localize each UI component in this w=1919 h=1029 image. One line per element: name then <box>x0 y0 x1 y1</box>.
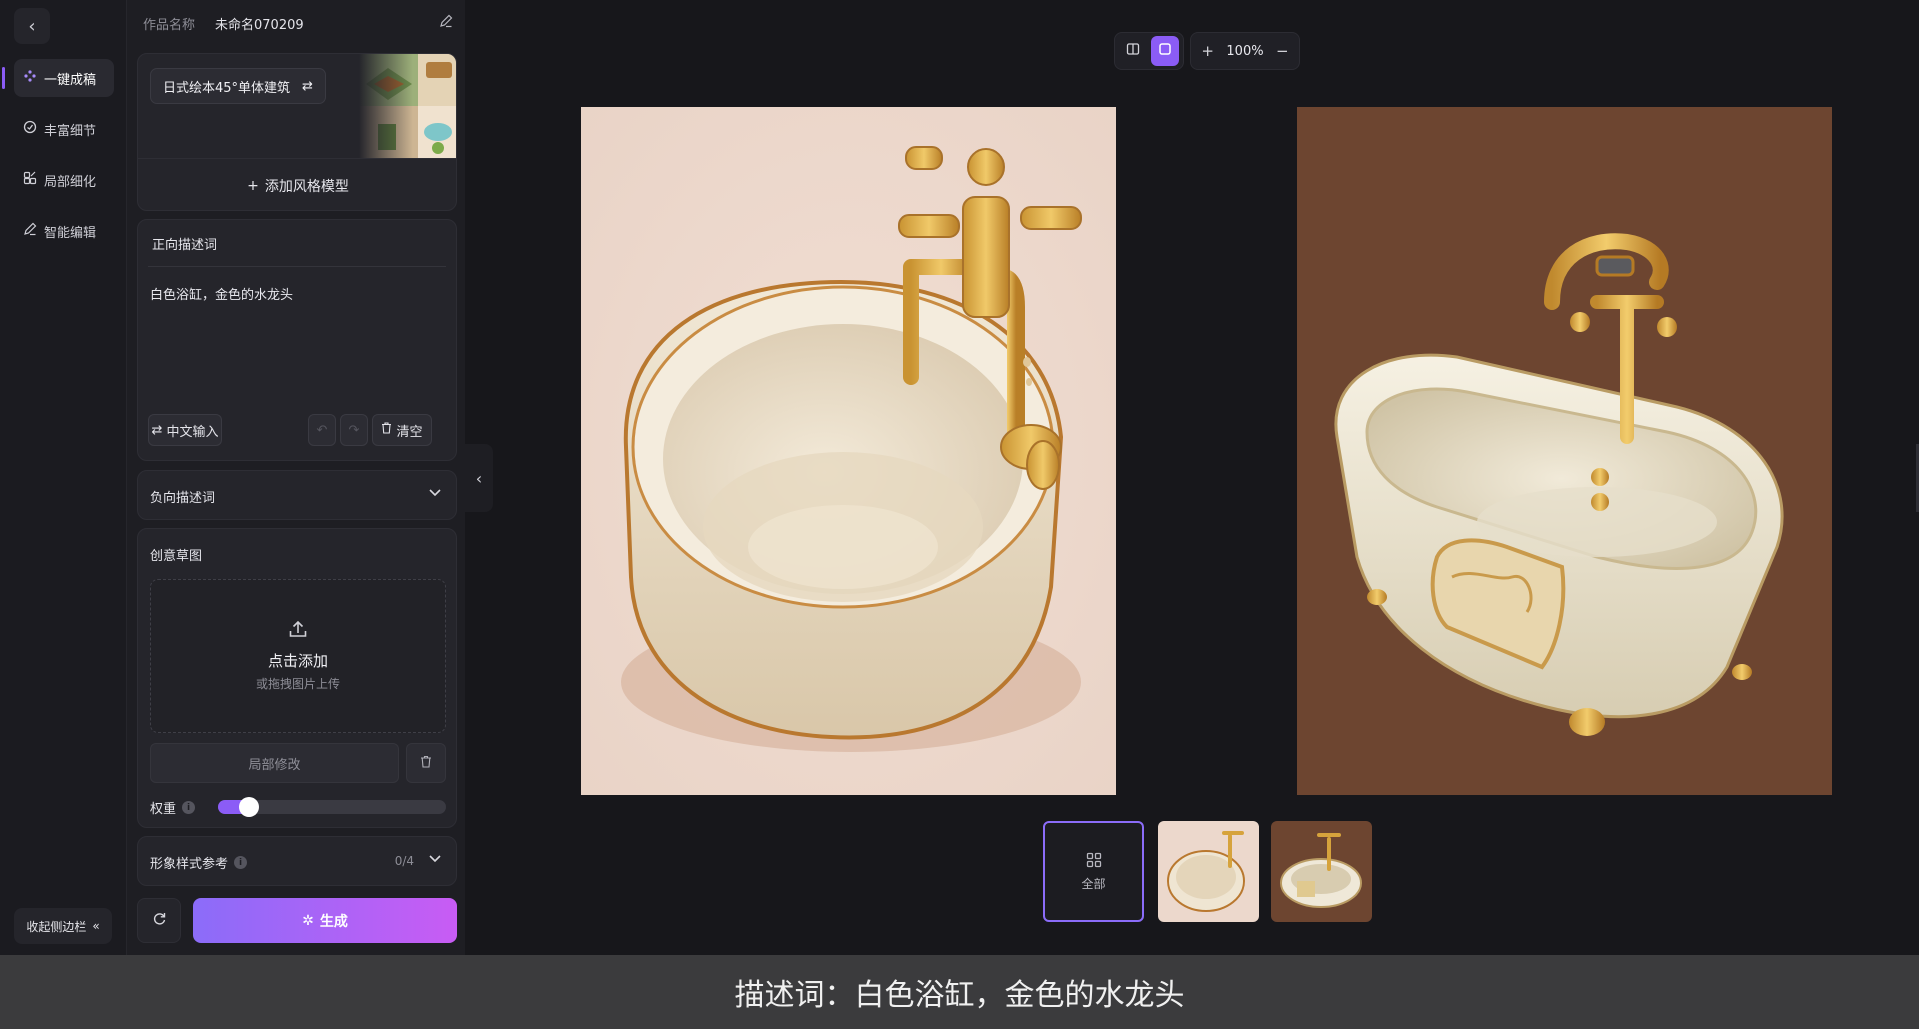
pencil-icon <box>22 222 38 240</box>
refresh-icon <box>152 911 167 930</box>
add-style-label: 添加风格模型 <box>264 178 349 195</box>
style-name: 日式绘本45°单体建筑 <box>163 80 291 96</box>
chevron-down-icon <box>428 851 442 869</box>
single-view-button[interactable] <box>1151 36 1179 66</box>
local-edit-button[interactable]: 局部修改 <box>150 743 399 783</box>
nav-item-label: 一键成稿 <box>44 72 97 88</box>
style-reference-count: 0/4 <box>394 854 414 868</box>
trash-icon <box>381 422 392 438</box>
edit-name-icon[interactable] <box>439 14 453 32</box>
active-indicator <box>2 67 5 89</box>
positive-prompt-title: 正向描述词 <box>152 238 218 253</box>
zoom-in-button[interactable]: + <box>1195 36 1220 66</box>
chevron-down-icon <box>428 485 442 503</box>
upload-sub-text: 或拖拽图片上传 <box>255 677 340 691</box>
style-model-card: 日式绘本45°单体建筑 ⇄ + 添加风格模型 <box>137 53 457 211</box>
double-chevron-left-icon: « <box>92 919 100 933</box>
style-reference-title: 形象样式参考 <box>150 857 229 872</box>
weight-label: 权重 <box>150 802 177 817</box>
style-reference-card[interactable]: 形象样式参考 i 0/4 <box>137 836 457 886</box>
nav-item-one-click[interactable]: 一键成稿 <box>14 59 114 97</box>
positive-prompt-input[interactable]: 白色浴缸，金色的水龙头 <box>150 284 293 303</box>
zoom-toolbar: + 100% − <box>1190 32 1300 70</box>
collapse-sidebar-label: 收起侧边栏 <box>26 919 87 934</box>
upload-main-text: 点击添加 <box>267 652 328 670</box>
trash-icon <box>420 755 432 772</box>
info-icon: i <box>234 856 248 869</box>
negative-prompt-card[interactable]: 负向描述词 <box>137 470 457 520</box>
project-name-value: 未命名070209 <box>215 17 304 33</box>
sketch-upload-area[interactable]: 点击添加 或拖拽图片上传 <box>150 579 446 733</box>
view-mode-toolbar <box>1114 32 1184 70</box>
split-view-icon <box>1126 42 1140 60</box>
circle-check-icon <box>22 120 38 138</box>
swap-icon: ⇄ <box>302 78 313 94</box>
project-name-row: 作品名称 未命名070209 <box>143 0 453 46</box>
single-view-icon <box>1158 42 1172 60</box>
redo-icon: ↷ <box>348 422 360 438</box>
nav-item-local-refine[interactable]: 局部细化 <box>14 161 114 199</box>
nav-item-smart-edit[interactable]: 智能编辑 <box>14 212 114 250</box>
grid-edit-icon <box>22 171 38 189</box>
zoom-level: 100% <box>1226 43 1264 59</box>
generate-button[interactable]: ✲ 生成 <box>193 898 457 943</box>
grid-icon <box>1086 852 1102 871</box>
undo-icon: ↶ <box>316 422 328 438</box>
weight-slider[interactable] <box>218 797 446 817</box>
split-view-button[interactable] <box>1119 36 1147 66</box>
style-selector[interactable]: 日式绘本45°单体建筑 ⇄ <box>150 68 326 104</box>
refresh-button[interactable] <box>137 898 181 943</box>
weight-label-row: 权重 i <box>150 798 196 817</box>
info-icon: i <box>182 801 196 814</box>
left-nav: ‹ 一键成稿 丰富细节 局部细化 智能编辑 收起侧边栏 « <box>0 0 127 955</box>
style-reference-title-row: 形象样式参考 i <box>150 853 248 872</box>
divider <box>148 266 446 267</box>
chevron-left-icon: ‹ <box>475 468 483 488</box>
generated-image-2[interactable] <box>1297 107 1832 795</box>
nav-item-label: 局部细化 <box>44 174 97 190</box>
thumbnail-all[interactable]: 全部 <box>1043 821 1144 922</box>
project-name-label: 作品名称 <box>143 17 196 33</box>
add-style-model-button[interactable]: + 添加风格模型 <box>138 158 456 210</box>
chinese-input-label: 中文输入 <box>166 424 219 440</box>
minus-icon: − <box>1275 42 1289 60</box>
redo-button[interactable]: ↷ <box>340 414 368 446</box>
generate-label: 生成 <box>319 913 348 930</box>
negative-prompt-title: 负向描述词 <box>150 491 216 506</box>
positive-prompt-card: 正向描述词 白色浴缸，金色的水龙头 ⇄ 中文输入 ↶ ↷ 清空 <box>137 219 457 461</box>
chevron-left-icon: ‹ <box>28 15 36 37</box>
thumbnail-all-label: 全部 <box>1081 876 1106 891</box>
creative-sketch-title: 创意草图 <box>150 549 203 564</box>
upload-icon <box>151 618 445 645</box>
swap-icon: ⇄ <box>151 422 163 438</box>
nav-item-enrich-detail[interactable]: 丰富细节 <box>14 110 114 148</box>
thumbnail-image-1[interactable] <box>1158 821 1259 922</box>
creative-sketch-card: 创意草图 点击添加 或拖拽图片上传 局部修改 权重 i <box>137 528 457 828</box>
zoom-out-button[interactable]: − <box>1270 36 1295 66</box>
plus-icon: + <box>1201 42 1214 60</box>
nav-item-label: 智能编辑 <box>44 225 97 241</box>
collapse-sidebar-button[interactable]: 收起侧边栏 « <box>14 908 112 944</box>
thumbnail-image-2[interactable] <box>1271 821 1372 922</box>
weight-slider-thumb[interactable] <box>239 797 259 817</box>
back-button[interactable]: ‹ <box>14 8 50 44</box>
nav-item-label: 丰富细节 <box>44 123 97 139</box>
undo-button[interactable]: ↶ <box>308 414 336 446</box>
delete-sketch-button[interactable] <box>406 743 446 783</box>
generated-image-1[interactable] <box>581 107 1116 795</box>
sparkle-icon: ✲ <box>302 912 314 929</box>
clear-button[interactable]: 清空 <box>372 414 432 446</box>
clear-label: 清空 <box>396 424 423 440</box>
settings-panel: 作品名称 未命名070209 日式绘本45°单体建筑 ⇄ + 添加风格模型 正向… <box>127 0 465 955</box>
sparkle-dots-icon <box>22 69 38 87</box>
panel-collapse-toggle[interactable]: ‹ <box>465 444 493 512</box>
chinese-input-button[interactable]: ⇄ 中文输入 <box>148 414 222 446</box>
app-window: ‹ 一键成稿 丰富细节 局部细化 智能编辑 收起侧边栏 « 作品名称 未命名07… <box>0 0 1919 955</box>
caption-bar: 描述词：白色浴缸，金色的水龙头 <box>0 955 1919 1029</box>
plus-icon: + <box>247 177 259 194</box>
